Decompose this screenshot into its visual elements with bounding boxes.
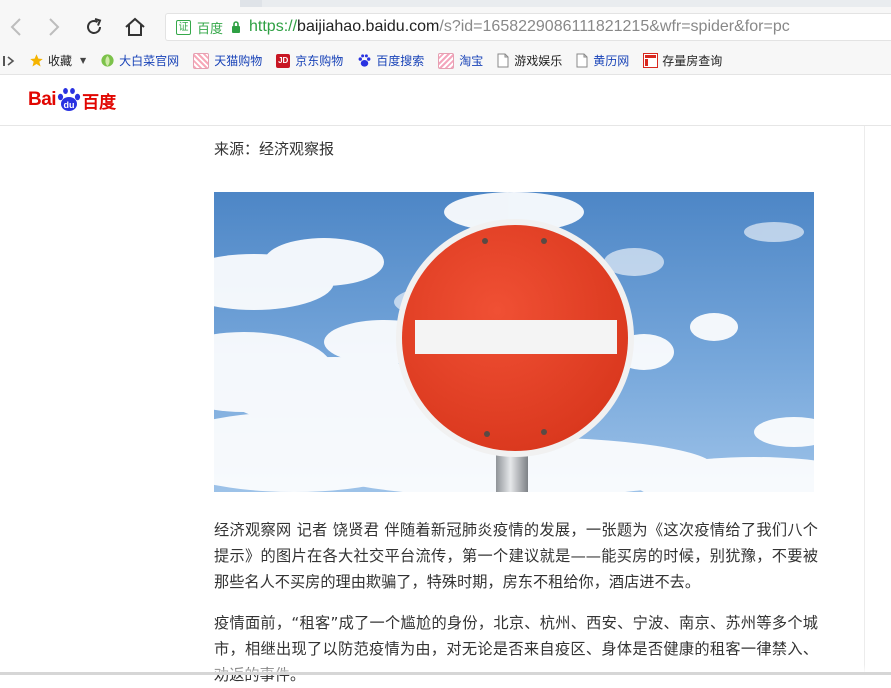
bookmark-label: 天猫购物 <box>214 54 263 68</box>
bookmark-jd[interactable]: JD 京东购物 <box>276 52 343 69</box>
baidu-logo[interactable]: Bai du 百度 <box>28 86 116 114</box>
baidu-paw-icon: du <box>57 88 81 111</box>
baidu-paw-icon <box>358 54 371 67</box>
bookmark-label: 存量房查询 <box>662 54 723 68</box>
no-entry-sign <box>214 192 814 492</box>
cabbage-icon <box>101 54 114 67</box>
url-host: baijiahao.baidu.com <box>297 18 440 35</box>
tab-strip <box>0 0 891 7</box>
page-icon <box>497 53 509 68</box>
bookmarks-toggle-icon[interactable] <box>3 55 15 67</box>
site-header: Bai du 百度 <box>0 75 891 126</box>
home-button[interactable] <box>121 13 149 41</box>
bookmark-baidu-search[interactable]: 百度搜索 <box>357 52 424 69</box>
jd-icon: JD <box>276 53 291 68</box>
url-path: /s?id=1658229086111821215&wfr=spider&for… <box>439 18 790 35</box>
reload-icon <box>87 18 102 34</box>
article-paragraph: 疫情面前，“租客”成了一个尴尬的身份，北京、杭州、西安、宁波、南京、苏州等多个城… <box>214 614 818 684</box>
taobao-icon <box>438 52 455 69</box>
bookmark-label: 京东购物 <box>295 54 344 68</box>
site-certificate[interactable]: 证 百度 <box>176 18 223 37</box>
article-source: 来源：经济观察报 <box>214 140 335 158</box>
back-button[interactable] <box>2 13 30 41</box>
bookmark-housing-query[interactable]: 存量房查询 <box>643 52 722 69</box>
article-image <box>214 192 814 492</box>
bookmark-label: 淘宝 <box>459 54 484 68</box>
certificate-name: 百度 <box>197 21 224 37</box>
red-square-icon <box>643 53 659 68</box>
star-icon <box>30 54 43 67</box>
page-icon <box>576 53 588 68</box>
url-text[interactable]: https://baijiahao.baidu.com/s?id=1658229… <box>249 18 790 36</box>
url-scheme: https:// <box>249 18 298 35</box>
bookmark-label: 黄历网 <box>593 54 630 68</box>
bookmark-label: 游戏娱乐 <box>514 54 563 68</box>
svg-text:du: du <box>64 100 75 110</box>
forward-icon <box>49 18 60 36</box>
article-paragraph: 经济观察网 记者 饶贤君 伴随着新冠肺炎疫情的发展，一张题为《这次疫情给了我们八… <box>214 521 818 591</box>
certificate-icon: 证 <box>176 19 191 35</box>
inactive-tab[interactable] <box>262 0 891 7</box>
logo-text-latin: Bai <box>28 89 57 110</box>
bookmark-label: 大白菜官网 <box>119 54 180 68</box>
navigation-bar: 证 百度 https://baijiahao.baidu.com/s?id=16… <box>0 7 891 47</box>
home-icon <box>125 17 145 36</box>
active-tab[interactable] <box>0 0 240 7</box>
bookmark-favorites[interactable]: 收藏 ▼ <box>29 52 86 69</box>
bookmark-games[interactable]: 游戏娱乐 <box>497 52 562 69</box>
content-divider <box>864 126 865 675</box>
forward-button[interactable] <box>40 13 68 41</box>
bookmark-dabaicai[interactable]: 大白菜官网 <box>100 52 179 69</box>
bookmark-tmall[interactable]: 天猫购物 <box>193 52 262 69</box>
bookmark-huangli[interactable]: 黄历网 <box>576 52 629 69</box>
bookmark-taobao[interactable]: 淘宝 <box>438 52 483 69</box>
reload-button[interactable] <box>80 13 108 41</box>
lock-icon <box>232 21 241 33</box>
bookmarks-bar: 收藏 ▼ 大白菜官网 天猫购物 JD 京东购物 百度搜索 淘宝 游戏娱乐 黄历网… <box>0 47 891 75</box>
address-bar[interactable]: 证 百度 https://baijiahao.baidu.com/s?id=16… <box>165 13 891 41</box>
chevron-down-icon: ▼ <box>80 56 87 65</box>
tmall-icon <box>193 52 210 69</box>
logo-text-chinese: 百度 <box>82 92 117 113</box>
bookmark-label: 收藏 <box>48 54 73 68</box>
bookmark-label: 百度搜索 <box>376 54 425 68</box>
back-icon <box>10 18 21 36</box>
